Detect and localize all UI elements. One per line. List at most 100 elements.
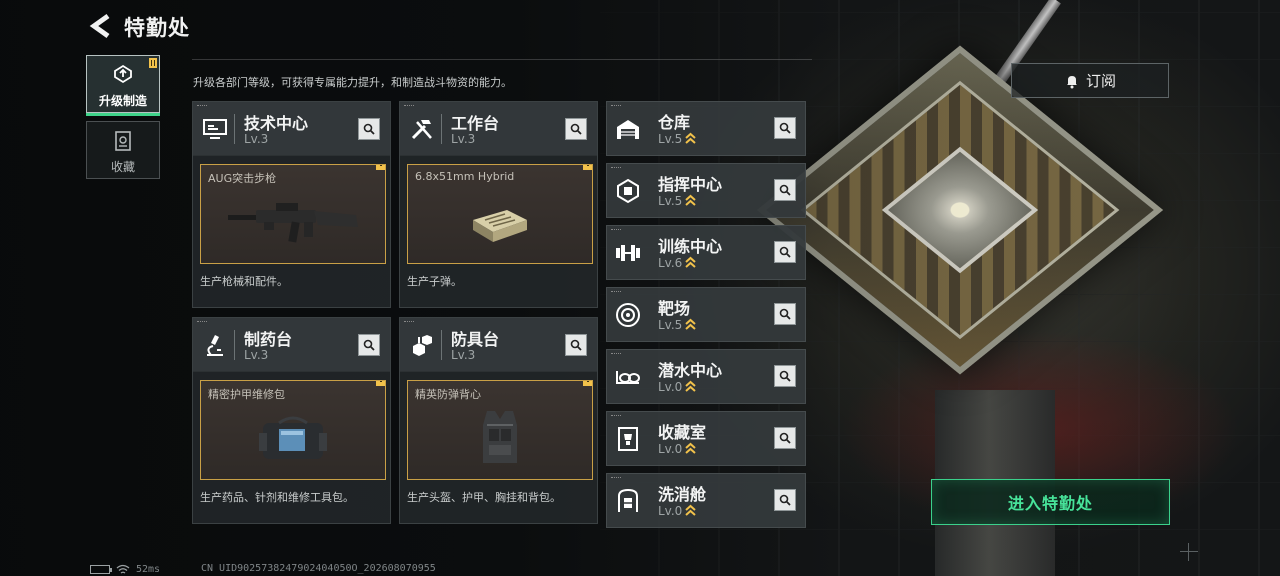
- search-button[interactable]: [358, 118, 380, 140]
- back-button[interactable]: [88, 12, 114, 40]
- cubes-icon: [413, 335, 432, 356]
- wifi-icon: [116, 564, 130, 574]
- diving-mask-icon: [616, 371, 640, 384]
- header-divider: [192, 59, 812, 60]
- search-icon: [570, 123, 582, 135]
- station-header-workbench[interactable]: 工作台 Lv.3: [400, 102, 597, 156]
- notification-badge: [376, 381, 385, 386]
- subscribe-button[interactable]: 订阅: [1011, 63, 1169, 98]
- upgrade-available-icon: [685, 132, 696, 144]
- craft-item-name: AUG突击步枪: [208, 172, 277, 185]
- tab-collection[interactable]: 收藏: [86, 121, 160, 179]
- search-icon: [779, 308, 791, 320]
- tab-upgrade-craft[interactable]: 升级制造: [86, 55, 160, 116]
- station-decontamination-bay[interactable]: 洗消舱 Lv.0: [606, 473, 806, 528]
- decontamination-icon: [618, 488, 638, 512]
- station-description: 生产头盔、护甲、胸挂和背包。: [407, 491, 561, 504]
- page-title: 特勤处: [124, 16, 190, 40]
- ammo-box-icon: [473, 210, 527, 242]
- warehouse-icon: [617, 120, 639, 139]
- craft-slot-pharmacy[interactable]: 精密护甲维修包: [200, 380, 386, 480]
- station-diving-center[interactable]: 潜水中心 Lv.0: [606, 349, 806, 404]
- search-icon: [779, 494, 791, 506]
- rifle-icon: [228, 203, 358, 243]
- station-header-pharmacy[interactable]: 制药台 Lv.3: [193, 318, 390, 372]
- station-panel-workbench: 工作台 Lv.3 6.8x51mm Hybrid 生产子弹。: [399, 101, 598, 308]
- station-header-tech-center[interactable]: 技术中心 Lv.3: [193, 102, 390, 156]
- station-level: Lv.3: [244, 348, 269, 362]
- target-icon: [616, 303, 640, 327]
- search-button[interactable]: [774, 489, 796, 511]
- vest-icon: [483, 411, 517, 463]
- station-level: Lv.3: [244, 132, 269, 146]
- station-name: 收藏室: [658, 423, 707, 442]
- corner-decoration: [197, 105, 207, 107]
- search-button[interactable]: [774, 365, 796, 387]
- battery-icon: [90, 565, 112, 574]
- search-button[interactable]: [774, 117, 796, 139]
- notification-badge: [376, 165, 385, 170]
- craft-item-name: 精英防弹背心: [415, 388, 481, 401]
- monitor-icon: [203, 119, 227, 139]
- search-button[interactable]: [774, 241, 796, 263]
- station-training-center[interactable]: 训练中心 Lv.6: [606, 225, 806, 280]
- repair-kit-icon: [259, 416, 327, 459]
- subscribe-label: 订阅: [1085, 72, 1116, 90]
- upgrade-available-icon: [685, 256, 696, 268]
- enter-special-ops-button[interactable]: 进入特勤处: [931, 479, 1170, 525]
- station-level: Lv.0: [658, 380, 683, 394]
- search-button[interactable]: [774, 303, 796, 325]
- search-icon: [779, 370, 791, 382]
- upgrade-available-icon: [685, 380, 696, 392]
- user-uid: CN UID9025738247902404050O_202608070955: [201, 563, 436, 574]
- search-icon: [363, 123, 375, 135]
- station-level: Lv.3: [451, 348, 476, 362]
- station-header-armor-bench[interactable]: 防具台 Lv.3: [400, 318, 597, 372]
- station-name: 潜水中心: [658, 361, 723, 380]
- craft-slot-armor-bench[interactable]: 精英防弹背心: [407, 380, 593, 480]
- microscope-icon: [207, 335, 223, 356]
- station-collection-room[interactable]: 收藏室 Lv.0: [606, 411, 806, 466]
- upgrade-available-icon: [685, 318, 696, 330]
- station-command-center[interactable]: 指挥中心 Lv.5: [606, 163, 806, 218]
- search-button[interactable]: [565, 334, 587, 356]
- notification-badge: [583, 381, 592, 386]
- search-icon: [779, 184, 791, 196]
- search-icon: [779, 122, 791, 134]
- dumbbell-icon: [616, 245, 640, 261]
- station-panel-pharmacy: 制药台 Lv.3 精密护甲维修包 生产药品、针剂和维修工具包。: [192, 317, 391, 524]
- craft-item-name: 精密护甲维修包: [208, 388, 285, 401]
- tools-icon: [411, 120, 432, 140]
- station-name: 技术中心: [244, 114, 309, 133]
- craft-slot-tech-center[interactable]: AUG突击步枪: [200, 164, 386, 264]
- station-panel-armor-bench: 防具台 Lv.3 精英防弹背心 生产头盔、护甲、胸挂和背包。: [399, 317, 598, 524]
- station-description: 生产药品、针剂和维修工具包。: [200, 491, 354, 504]
- corner-decoration: [197, 321, 207, 323]
- station-name: 防具台: [451, 330, 500, 349]
- upgrade-available-icon: [685, 442, 696, 454]
- station-shooting-range[interactable]: 靶场 Lv.5: [606, 287, 806, 342]
- tab-label: 收藏: [110, 160, 135, 174]
- search-icon: [779, 246, 791, 258]
- station-name: 工作台: [451, 114, 500, 133]
- tab-label: 升级制造: [98, 94, 147, 108]
- station-name: 训练中心: [658, 237, 723, 256]
- chip-icon: [617, 178, 639, 204]
- station-name: 靶场: [658, 299, 691, 318]
- upgrade-available-icon: [685, 194, 696, 206]
- station-description: 生产子弹。: [407, 275, 462, 288]
- search-button[interactable]: [565, 118, 587, 140]
- craft-item-name: 6.8x51mm Hybrid: [415, 170, 515, 183]
- enter-button-label: 进入特勤处: [1007, 494, 1093, 513]
- station-name: 仓库: [658, 113, 691, 132]
- search-button[interactable]: [774, 179, 796, 201]
- search-button[interactable]: [358, 334, 380, 356]
- back-arrow-icon: [89, 13, 110, 39]
- search-icon: [363, 339, 375, 351]
- upgrade-available-icon: [685, 504, 696, 516]
- station-warehouse[interactable]: 仓库 Lv.5: [606, 101, 806, 156]
- craft-slot-workbench[interactable]: 6.8x51mm Hybrid: [407, 164, 593, 264]
- search-button[interactable]: [774, 427, 796, 449]
- station-name: 制药台: [244, 330, 293, 349]
- station-description: 生产枪械和配件。: [200, 275, 288, 288]
